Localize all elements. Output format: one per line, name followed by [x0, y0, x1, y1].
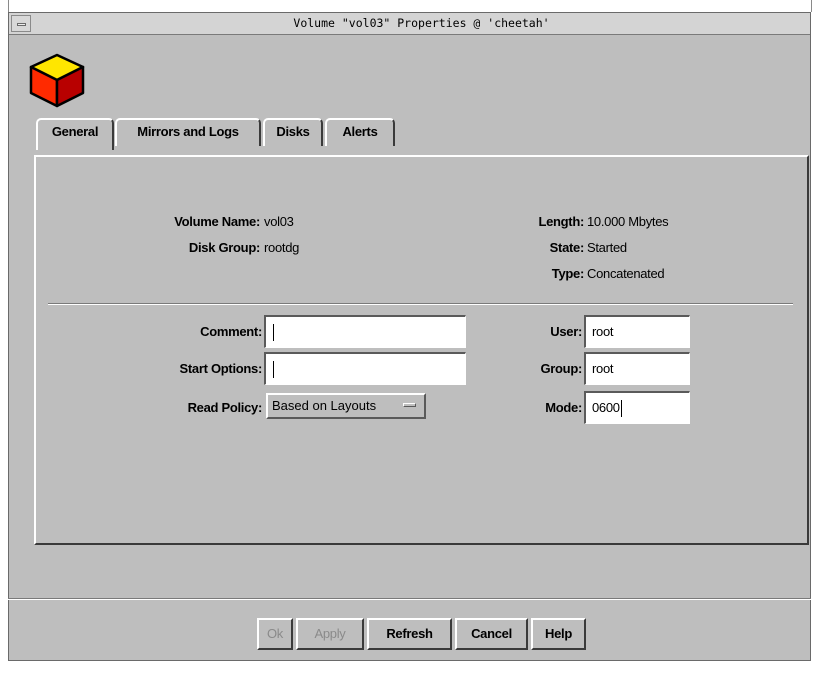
mode-value: 0600 — [592, 400, 620, 415]
read-policy-label: Read Policy: — [187, 400, 263, 415]
tab-disks[interactable]: Disks — [263, 118, 323, 146]
user-value: root — [592, 324, 614, 339]
read-policy-option-menu[interactable]: Based on Layouts — [266, 393, 426, 419]
read-policy-value: Based on Layouts — [272, 398, 377, 413]
section-separator — [48, 303, 793, 305]
group-field[interactable]: root — [584, 352, 690, 385]
start-options-label: Start Options: — [179, 361, 263, 376]
volume-name-value: vol03 — [264, 214, 294, 229]
title-bar[interactable]: Volume "vol03" Properties @ 'cheetah' — [9, 13, 810, 35]
length-value: 10.000 Mbytes — [587, 214, 669, 229]
tab-general[interactable]: General — [36, 118, 114, 150]
help-button[interactable]: Help — [531, 618, 586, 650]
option-menu-indicator-icon — [403, 403, 416, 407]
user-field[interactable]: root — [584, 315, 690, 348]
frame-edge-left — [8, 0, 9, 12]
refresh-button[interactable]: Refresh — [367, 618, 452, 650]
frame-edge-right — [811, 0, 812, 12]
length-label: Length: — [538, 214, 584, 229]
volume-name-label: Volume Name: — [174, 214, 260, 229]
type-value: Concatenated — [587, 266, 665, 281]
start-options-field[interactable] — [264, 352, 466, 385]
user-label: User: — [550, 324, 582, 339]
window-menu-icon[interactable] — [11, 15, 31, 32]
volume-cube-icon — [29, 53, 85, 108]
mode-label: Mode: — [545, 400, 582, 415]
window-title: Volume "vol03" Properties @ 'cheetah' — [293, 16, 550, 30]
state-value: Started — [587, 240, 627, 255]
comment-label: Comment: — [200, 324, 262, 339]
apply-button[interactable]: Apply — [296, 618, 364, 650]
screen-top-strip — [0, 0, 819, 12]
text-cursor — [620, 400, 622, 418]
disk-group-value: rootdg — [264, 240, 300, 255]
text-cursor — [273, 361, 274, 379]
group-label: Group: — [540, 361, 582, 376]
cancel-button[interactable]: Cancel — [455, 618, 528, 650]
mode-field[interactable]: 0600 — [584, 391, 690, 424]
general-tab-panel — [34, 155, 809, 545]
tab-mirrors-and-logs[interactable]: Mirrors and Logs — [115, 118, 261, 146]
type-label: Type: — [551, 266, 585, 281]
comment-field[interactable] — [264, 315, 466, 348]
tab-alerts[interactable]: Alerts — [325, 118, 395, 146]
group-value: root — [592, 361, 614, 376]
text-cursor — [273, 324, 274, 342]
state-label: State: — [549, 240, 585, 255]
ok-button[interactable]: Ok — [257, 618, 293, 650]
disk-group-label: Disk Group: — [188, 240, 260, 255]
button-area-separator — [8, 598, 811, 600]
